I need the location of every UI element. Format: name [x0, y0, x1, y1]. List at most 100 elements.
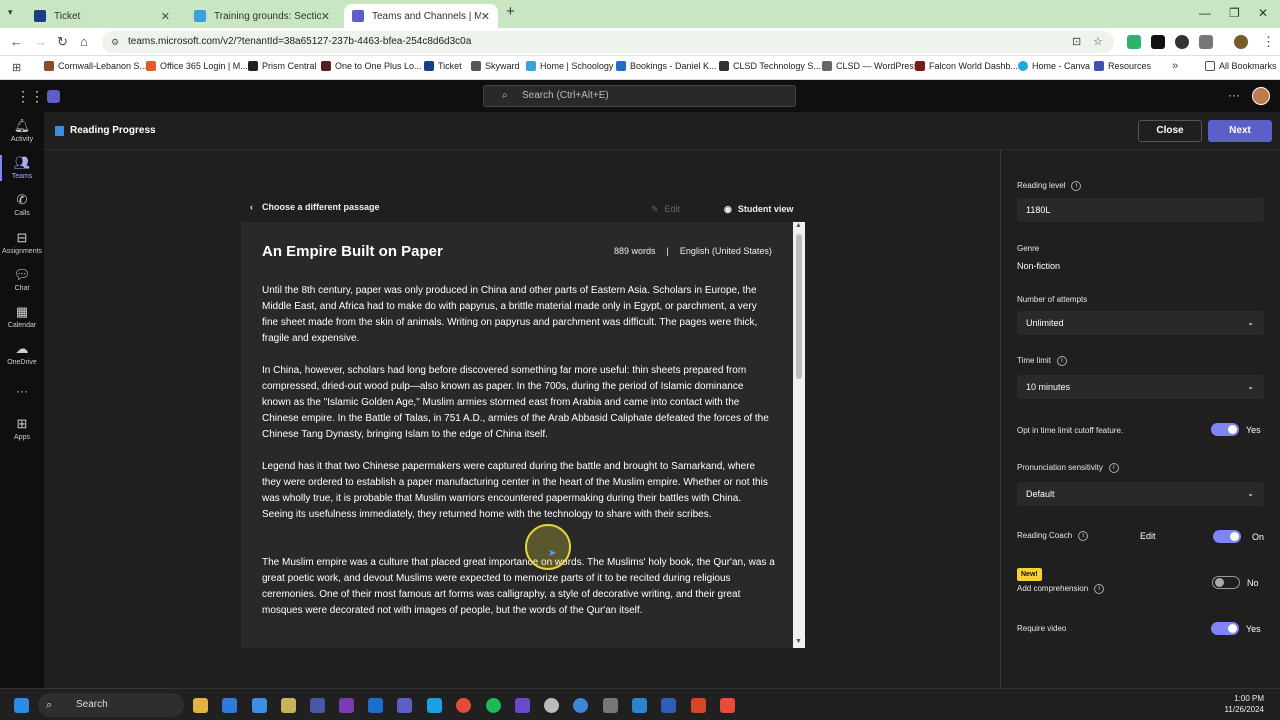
- reload-icon[interactable]: ↻: [57, 34, 68, 50]
- file-explorer-icon[interactable]: [193, 698, 208, 713]
- taskbar-app-icon[interactable]: [720, 698, 735, 713]
- bookmark-item[interactable]: CLSD — WordPress: [822, 61, 918, 71]
- taskbar-app-icon[interactable]: [632, 698, 647, 713]
- user-avatar[interactable]: [1252, 87, 1270, 105]
- rail-more-icon[interactable]: ···: [0, 384, 44, 398]
- rail-item-chat[interactable]: 💬︎ Chat: [0, 267, 44, 292]
- all-bookmarks[interactable]: All Bookmarks: [1205, 61, 1277, 71]
- powerpoint-icon[interactable]: [691, 698, 706, 713]
- home-icon[interactable]: ⌂: [80, 34, 88, 49]
- onenote-icon[interactable]: [339, 698, 354, 713]
- close-button[interactable]: Close: [1138, 120, 1202, 142]
- taskbar-app-icon[interactable]: [222, 698, 237, 713]
- attempts-dropdown[interactable]: Unlimited ⌄: [1017, 311, 1264, 335]
- rail-item-assignments[interactable]: ⊟ Assignments: [0, 230, 44, 255]
- more-bookmarks-chevron-icon[interactable]: »: [1172, 60, 1178, 72]
- browser-menu-icon[interactable]: ⋮: [1262, 34, 1275, 50]
- bookmark-item[interactable]: Cornwall-Lebanon S...: [44, 61, 147, 71]
- taskbar-clock[interactable]: 1:00 PM 11/26/2024: [1210, 693, 1264, 715]
- info-icon[interactable]: i: [1094, 584, 1105, 594]
- taskbar-app-icon[interactable]: [281, 698, 296, 713]
- rail-item-teams[interactable]: 👥︎ Teams: [0, 155, 44, 181]
- passage-scrollbar[interactable]: ▲ ▼: [793, 222, 805, 648]
- choose-different-passage-link[interactable]: ‹ Choose a different passage: [250, 202, 380, 212]
- forward-arrow-icon[interactable]: →: [34, 34, 47, 49]
- active-indicator: [0, 155, 2, 181]
- bookmark-item[interactable]: One to One Plus Lo...: [321, 61, 422, 71]
- word-icon[interactable]: [661, 698, 676, 713]
- browser-tab-teams[interactable]: Teams and Channels | Microsof ✕: [344, 4, 498, 28]
- install-app-icon[interactable]: ⊡: [1072, 31, 1081, 53]
- bookmark-item[interactable]: Falcon World Dashb...: [915, 61, 1018, 71]
- back-arrow-icon[interactable]: ←: [10, 34, 23, 49]
- taskbar-app-icon[interactable]: [603, 698, 618, 713]
- info-icon[interactable]: i: [1071, 181, 1082, 191]
- bookmark-item[interactable]: CLSD Technology S...: [719, 61, 821, 71]
- bookmark-item[interactable]: Home | Schoology: [526, 61, 613, 71]
- student-view-button[interactable]: ◉ Student view: [724, 204, 793, 215]
- rail-item-activity[interactable]: 🔔︎ Activity: [0, 118, 44, 143]
- cutoff-toggle[interactable]: [1211, 423, 1239, 436]
- windows-start-icon[interactable]: [14, 698, 29, 713]
- more-options-icon[interactable]: ···: [1228, 88, 1240, 102]
- info-icon[interactable]: i: [1056, 356, 1067, 366]
- bookmark-item[interactable]: Resources: [1094, 61, 1151, 71]
- scroll-down-icon[interactable]: ▼: [795, 638, 802, 645]
- profile-avatar-icon[interactable]: [1234, 35, 1248, 49]
- bookmark-item[interactable]: Home - Canva: [1018, 61, 1090, 71]
- chrome-icon[interactable]: [456, 698, 471, 713]
- comprehension-toggle[interactable]: [1212, 576, 1240, 589]
- skype-icon[interactable]: [427, 698, 442, 713]
- music-icon[interactable]: [544, 698, 559, 713]
- taskbar-app-icon[interactable]: [310, 698, 325, 713]
- bookmark-item[interactable]: Prism Central: [248, 61, 317, 71]
- spotify-icon[interactable]: [486, 698, 501, 713]
- close-icon[interactable]: ✕: [321, 10, 330, 23]
- reading-coach-toggle[interactable]: [1213, 530, 1241, 543]
- browser-tab-ticket[interactable]: Ticket ✕: [26, 4, 178, 28]
- bookmark-item[interactable]: Bookings - Daniel K...: [616, 61, 717, 71]
- extension-dark-icon[interactable]: [1151, 35, 1165, 49]
- teams-search-input[interactable]: ⌕ Search (Ctrl+Alt+E): [483, 85, 796, 107]
- rail-item-apps[interactable]: ⊞ Apps: [0, 416, 44, 441]
- time-limit-dropdown[interactable]: 10 minutes ⌄: [1017, 375, 1264, 399]
- reading-level-field[interactable]: 1180L: [1017, 198, 1264, 222]
- site-info-icon[interactable]: ⚙: [111, 31, 119, 53]
- url-bar[interactable]: ⚙ teams.microsoft.com/v2/?tenantId=38a65…: [102, 31, 1114, 53]
- close-icon[interactable]: ✕: [161, 10, 170, 23]
- rail-item-calls[interactable]: ✆ Calls: [0, 192, 44, 217]
- pronunciation-dropdown[interactable]: Default ⌄: [1017, 482, 1264, 506]
- taskbar-app-icon[interactable]: [573, 698, 588, 713]
- extensions-puzzle-icon[interactable]: [1199, 35, 1213, 49]
- bookmark-item[interactable]: Office 365 Login | M...: [146, 61, 248, 71]
- browser-tab-training[interactable]: Training grounds: Section 1 | Sc ✕: [186, 4, 338, 28]
- next-button[interactable]: Next: [1208, 120, 1272, 142]
- window-close-icon[interactable]: ✕: [1258, 6, 1268, 20]
- close-icon[interactable]: ✕: [481, 10, 490, 23]
- rail-item-onedrive[interactable]: ☁︎ OneDrive: [0, 341, 44, 366]
- extension-green-icon[interactable]: [1127, 35, 1141, 49]
- scroll-thumb[interactable]: [796, 234, 802, 379]
- outlook-icon[interactable]: [368, 698, 383, 713]
- new-tab-plus-icon[interactable]: +: [506, 3, 515, 20]
- info-icon[interactable]: i: [1108, 463, 1119, 473]
- extension-circle-icon[interactable]: [1175, 35, 1189, 49]
- taskbar-app-icon[interactable]: [515, 698, 530, 713]
- require-video-toggle[interactable]: [1211, 622, 1239, 635]
- passage-paragraph: In China, however, scholars had long bef…: [262, 365, 769, 440]
- rail-item-calendar[interactable]: ▦ Calendar: [0, 304, 44, 329]
- tab-search-chevron-icon[interactable]: ▾: [8, 7, 13, 18]
- maximize-icon[interactable]: ❐: [1229, 6, 1240, 20]
- apps-grid-icon[interactable]: ⊞: [12, 61, 21, 74]
- teams-taskbar-icon[interactable]: [397, 698, 412, 713]
- edit-passage-button[interactable]: ✎ Edit: [651, 204, 680, 215]
- scroll-up-icon[interactable]: ▲: [795, 222, 802, 229]
- taskbar-app-icon[interactable]: [252, 698, 267, 713]
- minimize-icon[interactable]: —: [1199, 6, 1211, 20]
- taskbar-search[interactable]: ⌕ Search: [38, 693, 184, 717]
- bookmark-star-icon[interactable]: ☆: [1093, 31, 1103, 53]
- bookmark-item[interactable]: Skyward: [471, 61, 520, 71]
- bookmark-item[interactable]: Ticket: [424, 61, 462, 71]
- reading-coach-edit-link[interactable]: Edit: [1140, 531, 1156, 541]
- info-icon[interactable]: i: [1078, 531, 1089, 541]
